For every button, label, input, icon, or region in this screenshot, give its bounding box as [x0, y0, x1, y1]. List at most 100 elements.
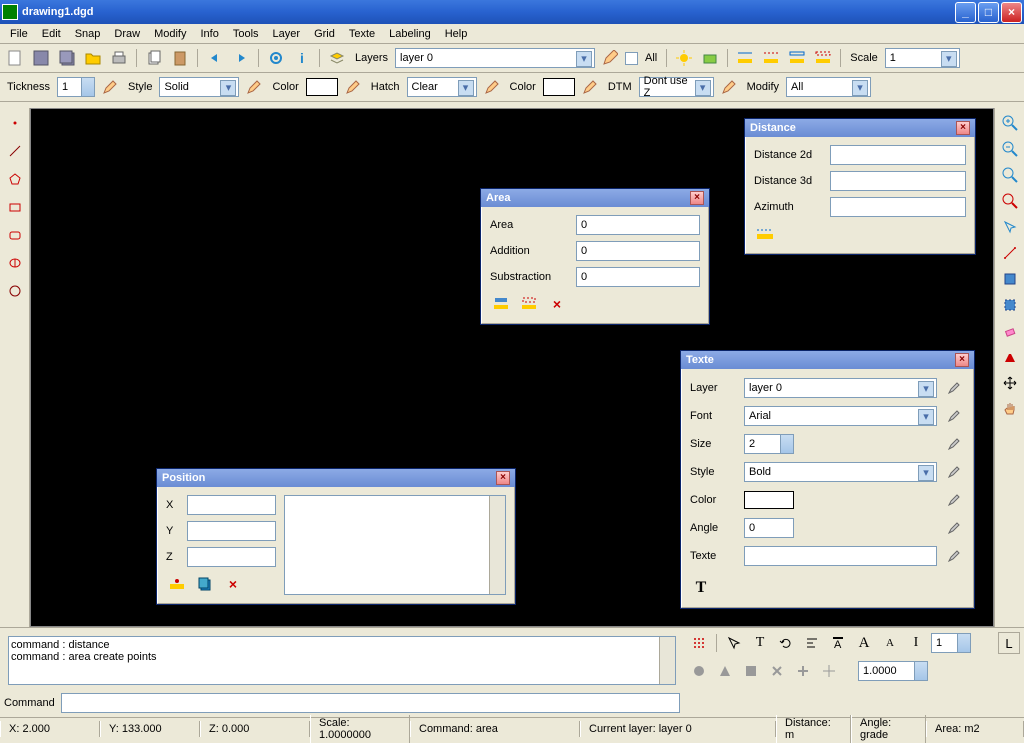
polygon-tool-icon[interactable] — [4, 168, 26, 190]
pencil-icon-t3[interactable] — [943, 433, 965, 455]
color2-swatch[interactable] — [543, 78, 575, 96]
texte-angle-input[interactable]: 0 — [744, 518, 794, 538]
grid-dots-icon[interactable] — [688, 632, 710, 654]
pencil-icon-t1[interactable] — [943, 377, 965, 399]
area-panel-close[interactable]: × — [690, 191, 704, 205]
zoom-in-icon[interactable] — [999, 112, 1021, 134]
layers-select[interactable]: layer 0 — [395, 48, 595, 68]
move-icon[interactable] — [999, 372, 1021, 394]
close-button[interactable]: × — [1001, 2, 1022, 23]
menu-draw[interactable]: Draw — [108, 26, 146, 42]
texte-size-spinner[interactable]: 2 — [744, 434, 794, 454]
highlight-icon[interactable] — [999, 346, 1021, 368]
rectangle-tool-icon[interactable] — [4, 196, 26, 218]
line-tool-icon[interactable] — [4, 140, 26, 162]
circle-tool-icon[interactable] — [4, 280, 26, 302]
overline-icon[interactable]: A — [827, 632, 849, 654]
zoom-out-icon[interactable] — [999, 138, 1021, 160]
menu-snap[interactable]: Snap — [69, 26, 107, 42]
modify-select[interactable]: All — [786, 77, 871, 97]
arrow-icon[interactable] — [999, 216, 1021, 238]
menu-modify[interactable]: Modify — [148, 26, 192, 42]
shape-square-icon[interactable] — [740, 660, 762, 682]
select-lasso-icon[interactable] — [999, 294, 1021, 316]
pencil-icon-t6[interactable] — [943, 517, 965, 539]
area-delete-icon[interactable]: × — [546, 293, 568, 315]
shape-cross-icon[interactable] — [818, 660, 840, 682]
sun-icon[interactable] — [673, 47, 695, 69]
style-select[interactable]: Solid — [159, 77, 239, 97]
align-icon[interactable] — [801, 632, 823, 654]
position-z-input[interactable] — [187, 547, 276, 567]
area-tool1-icon[interactable] — [490, 293, 512, 315]
position-list[interactable] — [284, 495, 506, 595]
position-panel-close[interactable]: × — [496, 471, 510, 485]
settings-gear-icon[interactable] — [265, 47, 287, 69]
area-tool2-icon[interactable] — [518, 293, 540, 315]
text-tool-icon[interactable]: T — [690, 577, 712, 599]
pencil-icon-t4[interactable] — [943, 461, 965, 483]
menu-labeling[interactable]: Labeling — [383, 26, 437, 42]
measure-icon[interactable] — [999, 242, 1021, 264]
area-addition-input[interactable]: 0 — [576, 241, 700, 261]
hatch-select[interactable]: Clear — [407, 77, 477, 97]
position-copy-icon[interactable] — [194, 573, 216, 595]
texte-color-swatch[interactable] — [744, 491, 794, 509]
shape-x-icon[interactable] — [766, 660, 788, 682]
menu-tools[interactable]: Tools — [227, 26, 265, 42]
command-input[interactable] — [61, 693, 680, 713]
position-y-input[interactable] — [187, 521, 276, 541]
texte-layer-select[interactable]: layer 0 — [744, 378, 937, 398]
layers-stack-icon[interactable] — [326, 47, 348, 69]
small-a-icon[interactable]: A — [879, 632, 901, 654]
big-a-icon[interactable]: A — [853, 632, 875, 654]
print2-icon[interactable] — [699, 47, 721, 69]
dim-icon-3[interactable] — [786, 47, 808, 69]
scale-select[interactable]: 1 — [885, 48, 960, 68]
thickness-spinner[interactable]: 1 — [57, 77, 95, 97]
zoom-window-icon[interactable] — [999, 190, 1021, 212]
redo-icon[interactable] — [230, 47, 252, 69]
ruler-icon[interactable] — [754, 223, 776, 245]
copy-icon[interactable] — [143, 47, 165, 69]
dim-icon-4[interactable] — [812, 47, 834, 69]
distance-3d-input[interactable] — [830, 171, 966, 191]
menu-info[interactable]: Info — [194, 26, 224, 42]
pencil-icon-t2[interactable] — [943, 405, 965, 427]
area-subtraction-input[interactable]: 0 — [576, 267, 700, 287]
pencil-icon-2[interactable] — [99, 76, 121, 98]
texte-font-select[interactable]: Arial — [744, 406, 937, 426]
maximize-button[interactable]: □ — [978, 2, 999, 23]
dim-icon-1[interactable] — [734, 47, 756, 69]
shape-circle-icon[interactable] — [688, 660, 710, 682]
menu-file[interactable]: File — [4, 26, 34, 42]
menu-grid[interactable]: Grid — [308, 26, 341, 42]
pencil-icon-4[interactable] — [342, 76, 364, 98]
paste-icon[interactable] — [169, 47, 191, 69]
position-x-input[interactable] — [187, 495, 276, 515]
point-tool-icon[interactable] — [4, 112, 26, 134]
texte-texte-input[interactable] — [744, 546, 937, 566]
cursor-icon[interactable]: I — [905, 632, 927, 654]
rotate-icon[interactable] — [775, 632, 797, 654]
azimuth-input[interactable] — [830, 197, 966, 217]
distance-panel-close[interactable]: × — [956, 121, 970, 135]
text-icon[interactable]: T — [749, 632, 771, 654]
pencil-icon-5[interactable] — [481, 76, 503, 98]
menu-texte[interactable]: Texte — [343, 26, 381, 42]
print-icon[interactable] — [108, 47, 130, 69]
scrollbar[interactable] — [489, 496, 505, 594]
texte-panel-close[interactable]: × — [955, 353, 969, 367]
pencil-icon[interactable] — [599, 47, 621, 69]
cmdlog-scrollbar[interactable] — [659, 637, 675, 684]
open-folder-icon[interactable] — [82, 47, 104, 69]
pencil-icon-t5[interactable] — [943, 489, 965, 511]
menu-help[interactable]: Help — [439, 26, 474, 42]
pencil-icon-6[interactable] — [579, 76, 601, 98]
eraser-icon[interactable] — [999, 320, 1021, 342]
color-swatch[interactable] — [306, 78, 338, 96]
position-tool1-icon[interactable] — [166, 573, 188, 595]
shape-triangle-icon[interactable] — [714, 660, 736, 682]
command-log[interactable]: command : distance command : area create… — [8, 636, 676, 685]
pencil-icon-3[interactable] — [243, 76, 265, 98]
